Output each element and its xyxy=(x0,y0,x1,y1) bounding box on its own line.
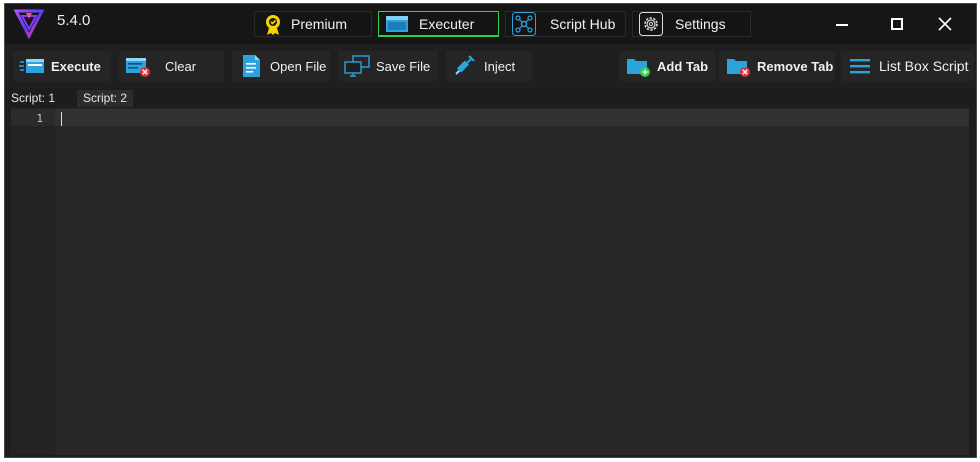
script-tab-1[interactable]: Script: 1 xyxy=(5,90,61,107)
gear-icon xyxy=(639,12,663,36)
window-icon xyxy=(386,15,408,32)
script-tab-1-label: Script: 1 xyxy=(11,91,56,105)
script-tab-2-label: Script: 2 xyxy=(83,91,128,105)
inject-label: Inject xyxy=(484,58,516,74)
list-box-script-button[interactable]: List Box Script xyxy=(841,51,974,81)
clear-icon xyxy=(126,58,150,77)
tab-premium[interactable]: Premium xyxy=(254,11,372,37)
save-file-button[interactable]: Save File xyxy=(338,51,438,81)
syringe-icon xyxy=(455,55,475,75)
maximize-icon xyxy=(891,18,903,30)
premium-badge-icon xyxy=(266,15,280,35)
app-version: 5.4.0 xyxy=(57,12,91,29)
hamburger-list-icon xyxy=(850,59,870,74)
code-editor[interactable]: 1 xyxy=(11,108,969,455)
minimize-button[interactable] xyxy=(832,14,852,34)
minimize-icon xyxy=(836,24,848,26)
clear-label: Clear xyxy=(165,58,197,74)
text-caret xyxy=(61,112,62,126)
add-tab-button[interactable]: Add Tab xyxy=(619,51,715,81)
monitors-icon xyxy=(344,55,370,77)
tab-settings-label: Settings xyxy=(675,16,726,32)
current-line-highlight xyxy=(55,109,969,126)
execute-label: Execute xyxy=(51,58,101,74)
tab-script-hub[interactable]: Script Hub xyxy=(505,11,626,37)
execute-icon xyxy=(19,59,44,73)
close-button[interactable] xyxy=(935,14,955,34)
save-file-label: Save File xyxy=(376,58,431,74)
app-logo-icon xyxy=(13,9,45,39)
open-file-label: Open File xyxy=(270,58,327,74)
line-number-gutter: 1 xyxy=(11,108,55,455)
close-icon xyxy=(938,17,952,31)
line-number: 1 xyxy=(36,112,43,125)
remove-tab-button[interactable]: Remove Tab xyxy=(719,51,835,81)
folder-remove-icon xyxy=(727,59,750,77)
list-box-script-label: List Box Script xyxy=(879,58,969,74)
execute-button[interactable]: Execute xyxy=(13,51,111,81)
inject-button[interactable]: Inject xyxy=(446,51,532,81)
tab-executer[interactable]: Executer xyxy=(378,11,499,37)
remove-tab-label: Remove Tab xyxy=(757,58,834,74)
script-tab-strip: Script: 1 Script: 2 xyxy=(5,88,976,108)
add-tab-label: Add Tab xyxy=(657,58,709,74)
tab-executer-label: Executer xyxy=(419,15,475,32)
toolbar: Execute Clear Open File Save File Inject… xyxy=(5,44,976,88)
script-tab-2[interactable]: Script: 2 xyxy=(77,90,134,107)
maximize-button[interactable] xyxy=(887,14,907,34)
open-file-button[interactable]: Open File xyxy=(232,51,330,81)
document-icon xyxy=(243,55,260,77)
tab-premium-label: Premium xyxy=(291,16,348,32)
clear-button[interactable]: Clear xyxy=(119,51,224,81)
tab-script-hub-label: Script Hub xyxy=(550,16,616,32)
network-hub-icon xyxy=(512,12,536,36)
folder-add-icon xyxy=(627,59,650,77)
tab-settings[interactable]: Settings xyxy=(632,11,751,37)
app-window: 5.4.0 Premium Executer Script Hub Settin… xyxy=(4,3,977,458)
title-bar[interactable]: 5.4.0 Premium Executer Script Hub Settin… xyxy=(5,4,976,44)
